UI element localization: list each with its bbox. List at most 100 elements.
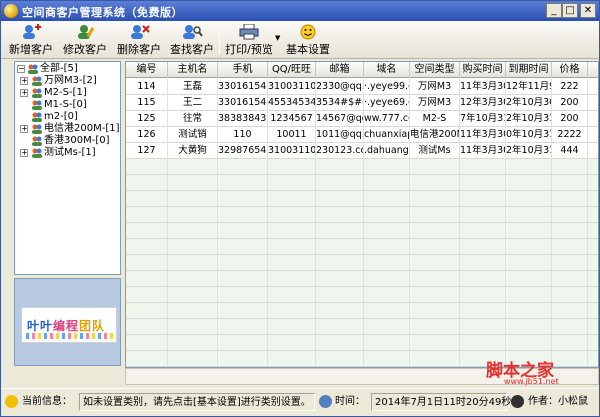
cell-expire-date bbox=[506, 191, 552, 207]
cell-id bbox=[126, 255, 168, 271]
table-row[interactable]: 115王二330161542455345343534#$#@5·.yeye69.… bbox=[126, 95, 598, 111]
cell-id bbox=[126, 303, 168, 319]
cell-expire-date bbox=[506, 287, 552, 303]
cell-email: 1011@qq.co bbox=[316, 127, 364, 143]
cell-id: 125 bbox=[126, 111, 168, 127]
app-window: 空间商客户管理系统（免费版） _ □ ✕ 新增客户 修改客户 删除客户 查找客户… bbox=[0, 0, 600, 417]
cell-price bbox=[552, 175, 588, 191]
tree-item[interactable]: + 万网M3-[2] bbox=[15, 75, 120, 87]
cell-space-type bbox=[410, 191, 460, 207]
table-row[interactable]: 125往常383838438123456714567@qq.cww.777.co… bbox=[126, 111, 598, 127]
maximize-button[interactable]: □ bbox=[562, 3, 578, 18]
cell-domain bbox=[364, 303, 410, 319]
table-row[interactable]: 127大黄狗329876543310031103230123.co.dahuan… bbox=[126, 143, 598, 159]
cell-space-type bbox=[410, 207, 460, 223]
cell-domain bbox=[364, 351, 410, 367]
cell-email bbox=[316, 175, 364, 191]
empty-row bbox=[126, 223, 598, 239]
tree-item[interactable]: + 电信港200M-[1] bbox=[15, 123, 120, 135]
expand-icon[interactable]: + bbox=[20, 89, 28, 97]
cell-price bbox=[552, 271, 588, 287]
cell-space-type: M2-S bbox=[410, 111, 460, 127]
smiley-icon bbox=[300, 24, 316, 40]
cell-expire-date bbox=[506, 159, 552, 175]
find-customer-button[interactable]: 查找客户 bbox=[168, 23, 216, 57]
cell-price bbox=[552, 223, 588, 239]
cell-phone bbox=[218, 319, 268, 335]
tree-root[interactable]: − 全部-[5] bbox=[15, 63, 120, 75]
cell-id bbox=[126, 319, 168, 335]
tree-item[interactable]: + M2-S-[1] bbox=[15, 87, 120, 99]
delete-customer-button[interactable]: 删除客户 bbox=[115, 23, 163, 57]
empty-row bbox=[126, 191, 598, 207]
cell-id bbox=[126, 271, 168, 287]
column-header-qq[interactable]: QQ/旺旺 bbox=[268, 62, 316, 78]
users-icon bbox=[32, 136, 42, 146]
cell-email bbox=[316, 287, 364, 303]
cell-phone bbox=[218, 223, 268, 239]
cell-host bbox=[168, 255, 218, 271]
cell-phone bbox=[218, 255, 268, 271]
cell-domain bbox=[364, 191, 410, 207]
tree-item-label: m2-[0] bbox=[44, 111, 78, 122]
tree-item[interactable]: m2-[0] bbox=[15, 111, 120, 123]
column-header-space-type[interactable]: 空间类型 bbox=[410, 62, 460, 78]
cell-email bbox=[316, 239, 364, 255]
chevron-down-icon[interactable]: ▼ bbox=[275, 34, 280, 42]
column-header-id[interactable]: 编号 bbox=[126, 62, 168, 78]
search-user-icon bbox=[183, 25, 203, 39]
column-header-expire-date[interactable]: 到期时间 bbox=[506, 62, 552, 78]
expand-icon[interactable]: + bbox=[20, 125, 28, 133]
close-button[interactable]: ✕ bbox=[580, 3, 596, 18]
tree-item-label: 电信港200M-[1] bbox=[44, 123, 120, 134]
cell-domain bbox=[364, 159, 410, 175]
cell-domain: ww.777.co bbox=[364, 111, 410, 127]
column-header-domain[interactable]: 域名 bbox=[364, 62, 410, 78]
column-header-host[interactable]: 主机名 bbox=[168, 62, 218, 78]
cell-qq bbox=[268, 191, 316, 207]
cell-phone: 110 bbox=[218, 127, 268, 143]
cell-domain bbox=[364, 335, 410, 351]
cell-qq bbox=[268, 287, 316, 303]
table-row[interactable]: 126测试销110100111011@qq.cochuanxiap电信港200M… bbox=[126, 127, 598, 143]
cell-price: 200 bbox=[552, 95, 588, 111]
column-header-email[interactable]: 邮箱 bbox=[316, 62, 364, 78]
cell-space-type bbox=[410, 255, 460, 271]
basic-settings-button[interactable]: 基本设置 bbox=[284, 23, 332, 57]
cell-phone bbox=[218, 271, 268, 287]
cell-host bbox=[168, 175, 218, 191]
app-icon bbox=[4, 4, 18, 18]
cell-expire-date: 12年11月9 bbox=[506, 79, 552, 95]
table-row[interactable]: 114王磊3301615423100311032330@qq.·.yeye99.… bbox=[126, 79, 598, 95]
cell-expire-date bbox=[506, 239, 552, 255]
cell-email bbox=[316, 303, 364, 319]
print-preview-label: 打印/预览 bbox=[225, 43, 273, 56]
minimize-button[interactable]: _ bbox=[546, 3, 562, 18]
cell-expire-date bbox=[506, 303, 552, 319]
cell-domain bbox=[364, 207, 410, 223]
window-title: 空间商客户管理系统（免费版） bbox=[22, 6, 183, 19]
logo-decoration bbox=[26, 333, 114, 339]
new-customer-button[interactable]: 新增客户 bbox=[7, 23, 55, 57]
expand-icon[interactable]: + bbox=[20, 149, 28, 157]
customer-table: 编号 主机名 手机 QQ/旺旺 邮箱 域名 空间类型 购买时间 到期时间 价格 114 王磊 3301… bbox=[125, 61, 599, 368]
print-preview-button[interactable]: 打印/预览 bbox=[223, 23, 275, 57]
cell-expire-date bbox=[506, 207, 552, 223]
cell-space-type bbox=[410, 351, 460, 367]
empty-row bbox=[126, 255, 598, 271]
cell-host: 往常 bbox=[168, 111, 218, 127]
tree-item[interactable]: + 测试Ms-[1] bbox=[15, 147, 120, 159]
column-header-phone[interactable]: 手机 bbox=[218, 62, 268, 78]
collapse-icon[interactable]: − bbox=[17, 65, 25, 73]
column-header-price[interactable]: 价格 bbox=[552, 62, 588, 78]
cell-domain: ·.yeye99.c bbox=[364, 79, 410, 95]
column-header-purchase-date[interactable]: 购买时间 bbox=[460, 62, 506, 78]
cell-space-type bbox=[410, 319, 460, 335]
cell-purchase-date: 12年3月30 bbox=[460, 95, 506, 111]
edit-customer-button[interactable]: 修改客户 bbox=[61, 23, 109, 57]
tree-item[interactable]: 香港300M-[0] bbox=[15, 135, 120, 147]
expand-icon[interactable]: + bbox=[20, 77, 28, 85]
cell-qq bbox=[268, 255, 316, 271]
cell-purchase-date bbox=[460, 191, 506, 207]
tree-item[interactable]: M1-S-[0] bbox=[15, 99, 120, 111]
